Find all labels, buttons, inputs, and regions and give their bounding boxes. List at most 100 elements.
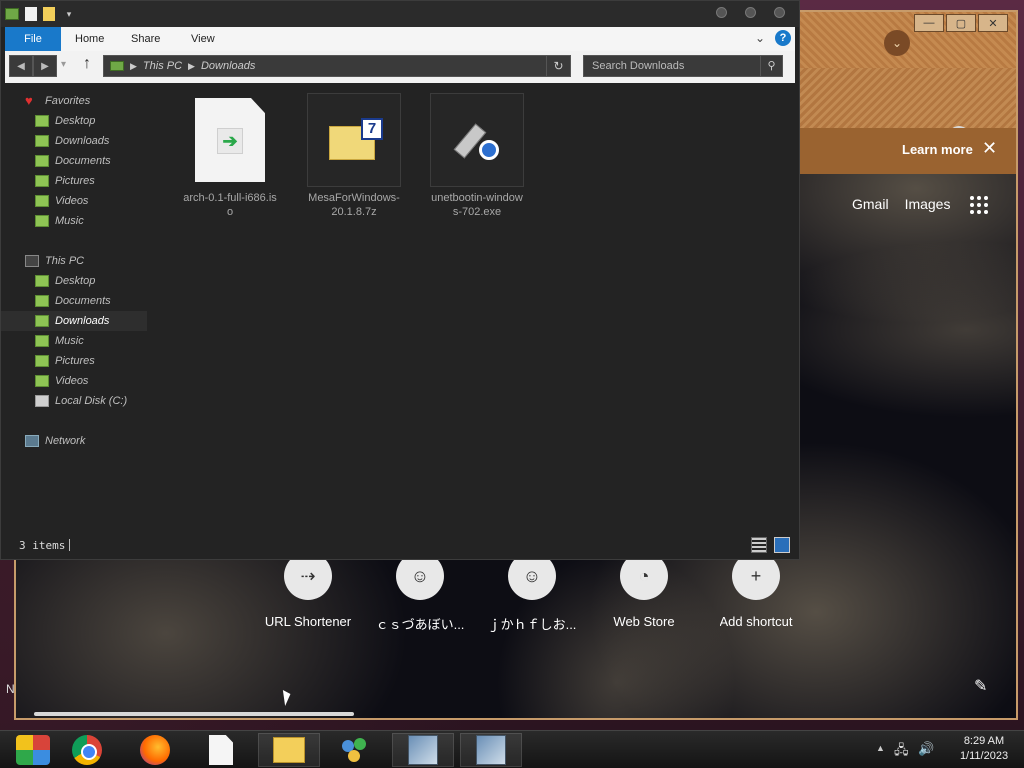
- breadcrumb-downloads[interactable]: Downloads: [201, 60, 255, 72]
- refresh-icon[interactable]: ↻: [546, 56, 570, 76]
- chevron-right-icon[interactable]: ▶: [130, 61, 137, 72]
- navigation-pane: ♥ Favorites Desktop Downloads Documents …: [1, 83, 147, 531]
- network-icon: [25, 435, 39, 447]
- nav-fav-downloads[interactable]: Downloads: [1, 131, 147, 151]
- search-input[interactable]: Search Downloads ⚲: [583, 55, 783, 77]
- taskbar-firefox[interactable]: [124, 733, 186, 767]
- nav-fav-documents[interactable]: Documents: [1, 151, 147, 171]
- help-icon[interactable]: ?: [775, 30, 791, 46]
- downloads-folder-icon: [35, 315, 49, 327]
- downloads-folder-icon: [35, 135, 49, 147]
- search-placeholder: Search Downloads: [592, 60, 685, 72]
- volume-icon[interactable]: 🔊: [918, 741, 934, 757]
- images-link[interactable]: Images: [905, 196, 951, 212]
- system-tray: ▲ 🖧 🔊 8:29 AM 1/11/2023: [864, 731, 1024, 768]
- nav-pc-downloads[interactable]: Downloads: [1, 311, 147, 331]
- horizontal-scrollbar[interactable]: [34, 712, 354, 716]
- network-status-icon[interactable]: 🖧: [894, 741, 909, 763]
- shortcut-label: ｊかｈｆしお...: [487, 617, 577, 632]
- shortcut-url-shortener[interactable]: ⇢ URL Shortener: [252, 552, 364, 633]
- large-icons-view-button[interactable]: [774, 537, 790, 553]
- file-item[interactable]: ➔ arch-0.1-full-i686.iso: [183, 93, 277, 219]
- tab-file[interactable]: File: [5, 27, 61, 51]
- maximize-button[interactable]: [745, 7, 756, 18]
- back-button[interactable]: ◀: [9, 55, 33, 77]
- taskbar-setup-2[interactable]: [460, 733, 522, 767]
- address-bar[interactable]: ▶ This PC ▶ Downloads ↻: [103, 55, 571, 77]
- shortcut-2[interactable]: ☺ ｃｓづあぼい...: [364, 552, 476, 633]
- add-shortcut-button[interactable]: + Add shortcut: [700, 552, 812, 633]
- nav-label: Documents: [55, 155, 111, 167]
- breadcrumb-this-pc[interactable]: This PC: [143, 60, 182, 72]
- new-folder-icon[interactable]: [43, 7, 55, 21]
- up-arrow-icon[interactable]: ↑: [83, 55, 91, 73]
- nav-local-disk[interactable]: Local Disk (C:): [1, 391, 147, 411]
- clock[interactable]: 8:29 AM 1/11/2023: [948, 734, 1020, 764]
- nav-label: Desktop: [55, 115, 96, 127]
- expand-ribbon-icon[interactable]: ⌄: [755, 31, 765, 45]
- archive-7z-icon: 7: [307, 93, 401, 187]
- clock-time: 8:29 AM: [963, 735, 1005, 747]
- nav-label: Pictures: [55, 175, 95, 187]
- recent-locations-icon[interactable]: ▾: [61, 59, 66, 70]
- nav-pc-desktop[interactable]: Desktop: [1, 271, 147, 291]
- file-name: MesaForWindows-20.1.8.7z: [308, 192, 400, 218]
- gmail-link[interactable]: Gmail: [852, 196, 889, 212]
- nav-pc-videos[interactable]: Videos: [1, 371, 147, 391]
- ribbon-right-controls: ⌄ ?: [755, 30, 791, 46]
- file-item[interactable]: 7 MesaForWindows-20.1.8.7z: [307, 93, 401, 219]
- minimize-button[interactable]: [716, 7, 727, 18]
- nav-network[interactable]: Network: [1, 431, 147, 451]
- tab-share[interactable]: Share: [117, 27, 174, 51]
- tab-home[interactable]: Home: [61, 27, 118, 51]
- taskbar-setup-1[interactable]: [392, 733, 454, 767]
- start-button[interactable]: [2, 733, 64, 767]
- nav-fav-videos[interactable]: Videos: [1, 191, 147, 211]
- documents-folder-icon: [35, 295, 49, 307]
- file-item[interactable]: unetbootin-windows-702.exe: [430, 93, 524, 219]
- search-icon[interactable]: ⚲: [760, 56, 782, 76]
- forward-button[interactable]: ▶: [33, 55, 57, 77]
- details-view-button[interactable]: [751, 537, 767, 553]
- chrome-close-button[interactable]: ✕: [978, 14, 1008, 32]
- nav-this-pc[interactable]: This PC: [1, 251, 147, 271]
- file-name: arch-0.1-full-i686.iso: [183, 192, 277, 218]
- explorer-titlebar[interactable]: ▾: [1, 1, 799, 27]
- start-icon: [16, 735, 50, 765]
- taskbar-notepad[interactable]: [190, 733, 252, 767]
- close-button[interactable]: [774, 7, 785, 18]
- customize-pencil-icon[interactable]: ✎: [974, 676, 987, 696]
- learn-more-link[interactable]: Learn more: [902, 142, 973, 157]
- show-hidden-icons-icon[interactable]: ▲: [876, 743, 885, 753]
- taskbar-explorer[interactable]: [258, 733, 320, 767]
- chrome-tab-menu-icon[interactable]: ⌄: [884, 30, 910, 56]
- chevron-right-icon[interactable]: ▶: [188, 61, 195, 72]
- computer-icon: [25, 255, 39, 267]
- shortcut-web-store[interactable]: ◔ Web Store: [588, 552, 700, 633]
- nav-fav-music[interactable]: Music: [1, 211, 147, 231]
- chrome-maximize-button[interactable]: ▢: [946, 14, 976, 32]
- nav-label: Downloads: [55, 135, 110, 147]
- shortcut-3[interactable]: ☺ ｊかｈｆしお...: [476, 552, 588, 633]
- nav-label: Downloads: [55, 315, 110, 327]
- nav-pc-pictures[interactable]: Pictures: [1, 351, 147, 371]
- taskbar-chrome[interactable]: [56, 733, 118, 767]
- nav-label: Music: [55, 215, 84, 227]
- nav-pc-documents[interactable]: Documents: [1, 291, 147, 311]
- properties-icon[interactable]: [25, 7, 37, 21]
- tab-view[interactable]: View: [177, 27, 229, 51]
- nav-fav-pictures[interactable]: Pictures: [1, 171, 147, 191]
- banner-close-icon[interactable]: ✕: [982, 138, 997, 159]
- document-icon: [209, 735, 233, 765]
- nav-fav-desktop[interactable]: Desktop: [1, 111, 147, 131]
- nav-pc-music[interactable]: Music: [1, 331, 147, 351]
- taskbar-people[interactable]: [324, 733, 386, 767]
- file-explorer-window[interactable]: ▾ File Home Share View ⌄ ? ◀ ▶ ▾ ↑ ▶ Thi…: [0, 0, 800, 560]
- music-folder-icon: [35, 215, 49, 227]
- google-apps-icon[interactable]: [970, 196, 988, 214]
- file-name: unetbootin-windows-702.exe: [431, 192, 523, 218]
- customize-qat-icon[interactable]: ▾: [61, 6, 77, 22]
- file-list: ➔ arch-0.1-full-i686.iso 7 MesaForWindow…: [147, 83, 799, 531]
- nav-favorites[interactable]: ♥ Favorites: [1, 91, 147, 111]
- chrome-minimize-button[interactable]: —: [914, 14, 944, 32]
